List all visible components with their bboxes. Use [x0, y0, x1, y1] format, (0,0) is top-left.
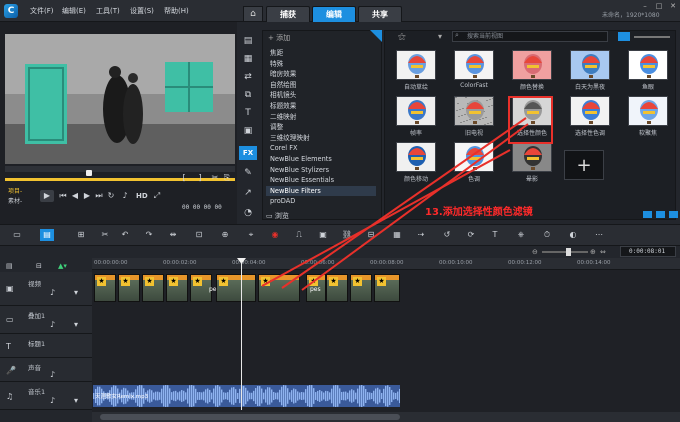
app-window: C 文件(F) 编辑(E) 工具(T) 设置(S) 帮助(H) ⌂ 捕获 编辑 …: [0, 0, 680, 422]
annotation-arrow: [301, 123, 529, 291]
annotation-arrow: [261, 149, 511, 287]
annotation-arrows: [261, 117, 529, 291]
annotation-arrow: [281, 117, 527, 289]
